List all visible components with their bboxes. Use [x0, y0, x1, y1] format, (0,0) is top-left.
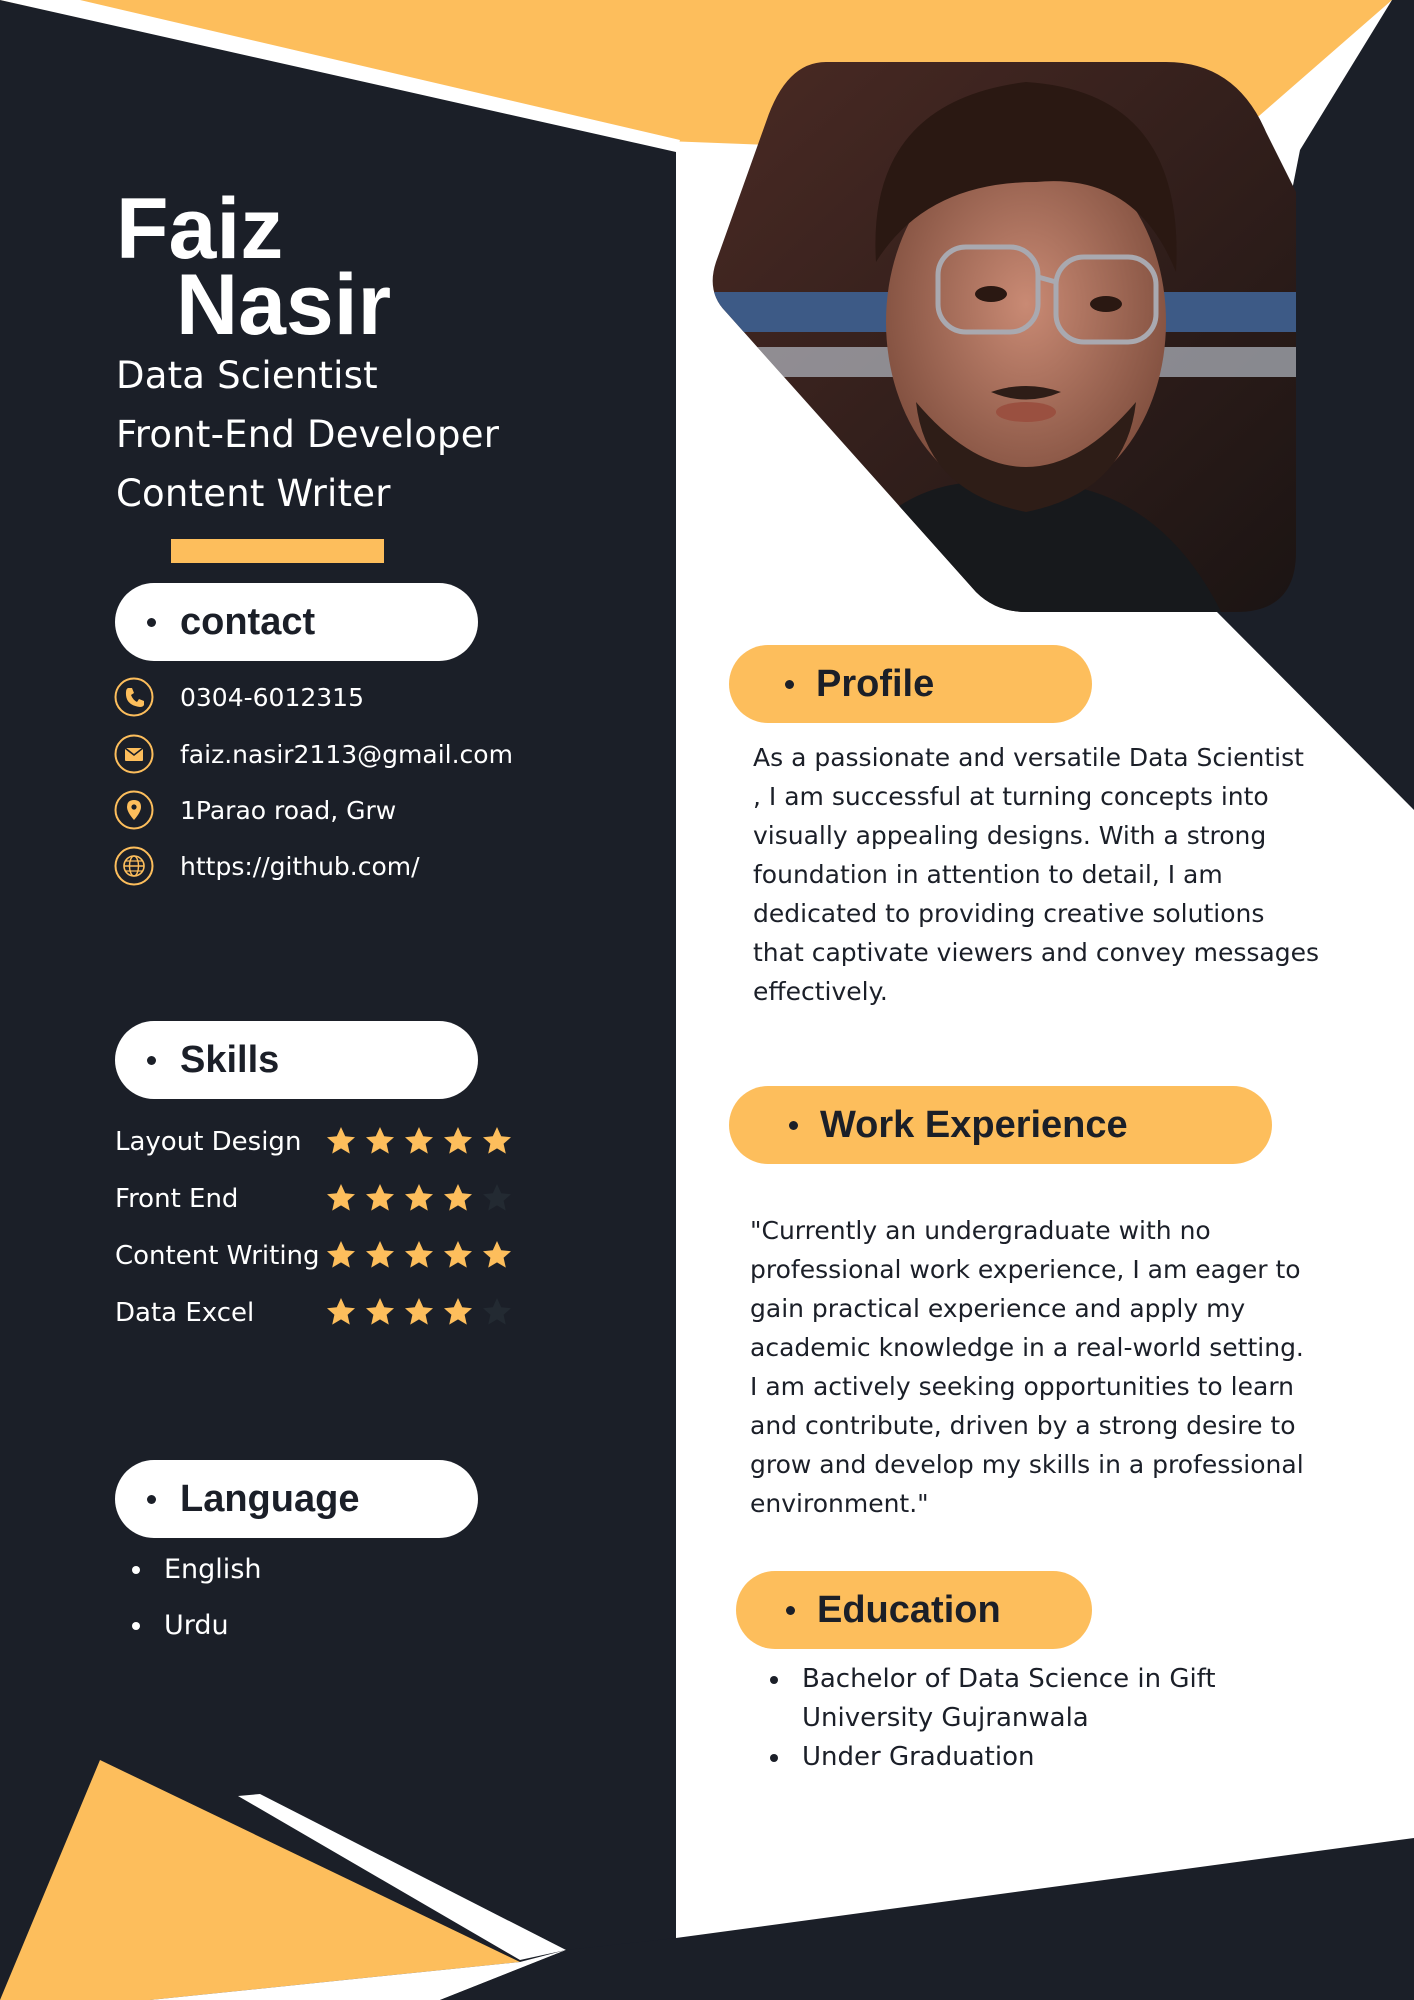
language-item: English	[132, 1554, 262, 1585]
language-item-label: Urdu	[164, 1610, 229, 1641]
skill-row: Layout Design	[115, 1125, 515, 1161]
star-filled-icon	[327, 1184, 355, 1211]
skill-label: Content Writing	[115, 1241, 320, 1271]
work-line: "Currently an undergraduate with no	[750, 1216, 1211, 1245]
skills-heading: Skills	[180, 1038, 280, 1081]
role-list: Data Scientist Front-End Developer Conte…	[116, 354, 499, 531]
bullet-icon	[786, 1605, 795, 1615]
bullet-icon	[147, 1494, 156, 1504]
education-line: University Gujranwala	[802, 1703, 1089, 1733]
bullet-icon	[785, 679, 794, 689]
contact-address: 1Parao road, Grw	[114, 790, 396, 830]
skill-stars	[325, 1182, 513, 1214]
profile-line: , I am successful at turning concepts in…	[753, 782, 1269, 811]
star-filled-icon	[327, 1298, 355, 1325]
profile-line: visually appealing designs. With a stron…	[753, 821, 1267, 850]
star-filled-icon	[444, 1127, 472, 1154]
language-item: Urdu	[132, 1610, 229, 1641]
language-heading: Language	[180, 1477, 360, 1520]
bullet-icon	[132, 1565, 140, 1574]
profile-heading: Profile	[816, 662, 935, 705]
mail-icon	[114, 734, 154, 774]
star-empty-icon	[483, 1298, 511, 1325]
star-filled-icon	[483, 1127, 511, 1154]
education-heading: Education	[817, 1588, 1001, 1631]
bullet-icon	[132, 1621, 140, 1630]
star-filled-icon	[444, 1241, 472, 1268]
contact-website-text: https://github.com/	[180, 851, 420, 881]
work-text: "Currently an undergraduate with no prof…	[750, 1211, 1350, 1523]
education-heading-pill: Education	[736, 1571, 1092, 1649]
work-line: grow and develop my skills in a professi…	[750, 1450, 1304, 1479]
star-filled-icon	[327, 1127, 355, 1154]
skill-label: Data Excel	[115, 1298, 255, 1328]
star-filled-icon	[366, 1184, 394, 1211]
contact-email-text: faiz.nasir2113@gmail.com	[180, 739, 513, 769]
bullet-icon	[789, 1120, 798, 1130]
star-filled-icon	[405, 1298, 433, 1325]
contact-email[interactable]: faiz.nasir2113@gmail.com	[114, 734, 513, 774]
star-filled-icon	[483, 1241, 511, 1268]
star-filled-icon	[366, 1241, 394, 1268]
skills-heading-pill: Skills	[115, 1021, 478, 1099]
work-line: and contribute, driven by a strong desir…	[750, 1411, 1296, 1440]
profile-line: foundation in attention to detail, I am	[753, 860, 1223, 889]
role-item: Content Writer	[116, 472, 391, 515]
star-filled-icon	[366, 1127, 394, 1154]
education-item: Under Graduation	[770, 1738, 1330, 1777]
phone-icon	[114, 677, 154, 717]
education-line: Bachelor of Data Science in Gift	[802, 1664, 1216, 1694]
profile-photo	[712, 62, 1296, 612]
profile-line: effectively.	[753, 977, 888, 1006]
bullet-icon	[147, 1055, 156, 1065]
accent-bar	[171, 539, 384, 563]
skill-label: Layout Design	[115, 1127, 302, 1157]
contact-website[interactable]: https://github.com/	[114, 846, 420, 886]
skill-stars	[325, 1296, 513, 1328]
education-item: Bachelor of Data Science in Gift Univers…	[770, 1660, 1330, 1738]
work-line: academic knowledge in a real-world setti…	[750, 1333, 1304, 1362]
profile-line: dedicated to providing creative solution…	[753, 899, 1265, 928]
work-line: gain practical experience and apply my	[750, 1294, 1246, 1323]
bullet-icon	[147, 617, 156, 627]
work-line: I am actively seeking opportunities to l…	[750, 1372, 1295, 1401]
skill-stars	[325, 1239, 513, 1271]
location-pin-icon	[114, 790, 154, 830]
contact-phone-text: 0304-6012315	[180, 682, 364, 712]
last-name: Nasir	[176, 257, 392, 353]
skill-stars	[325, 1125, 513, 1157]
work-heading: Work Experience	[820, 1103, 1128, 1146]
star-filled-icon	[444, 1184, 472, 1211]
profile-text: As a passionate and versatile Data Scien…	[753, 738, 1333, 1011]
profile-heading-pill: Profile	[729, 645, 1092, 723]
contact-heading-pill: contact	[115, 583, 478, 661]
skill-row: Data Excel	[115, 1296, 515, 1332]
bottom-dark-band	[676, 1838, 1414, 2000]
globe-icon	[114, 846, 154, 886]
skill-row: Content Writing	[115, 1239, 515, 1275]
contact-heading: contact	[180, 600, 316, 643]
contact-phone: 0304-6012315	[114, 677, 364, 717]
star-filled-icon	[444, 1298, 472, 1325]
star-filled-icon	[327, 1241, 355, 1268]
work-heading-pill: Work Experience	[729, 1086, 1272, 1164]
work-line: environment."	[750, 1489, 929, 1518]
profile-line: that captivate viewers and convey messag…	[753, 938, 1320, 967]
profile-line: As a passionate and versatile Data Scien…	[753, 743, 1304, 772]
role-item: Front-End Developer	[116, 413, 500, 456]
star-filled-icon	[405, 1241, 433, 1268]
star-filled-icon	[405, 1184, 433, 1211]
role-item: Data Scientist	[116, 354, 378, 397]
work-line: professional work experience, I am eager…	[750, 1255, 1301, 1284]
language-heading-pill: Language	[115, 1460, 478, 1538]
education-list: Bachelor of Data Science in Gift Univers…	[770, 1660, 1330, 1777]
education-line: Under Graduation	[802, 1742, 1035, 1772]
skill-label: Front End	[115, 1184, 239, 1214]
language-item-label: English	[164, 1554, 262, 1585]
star-filled-icon	[405, 1127, 433, 1154]
contact-address-text: 1Parao road, Grw	[180, 795, 397, 825]
star-empty-icon	[483, 1184, 511, 1211]
skill-row: Front End	[115, 1182, 515, 1218]
star-filled-icon	[366, 1298, 394, 1325]
